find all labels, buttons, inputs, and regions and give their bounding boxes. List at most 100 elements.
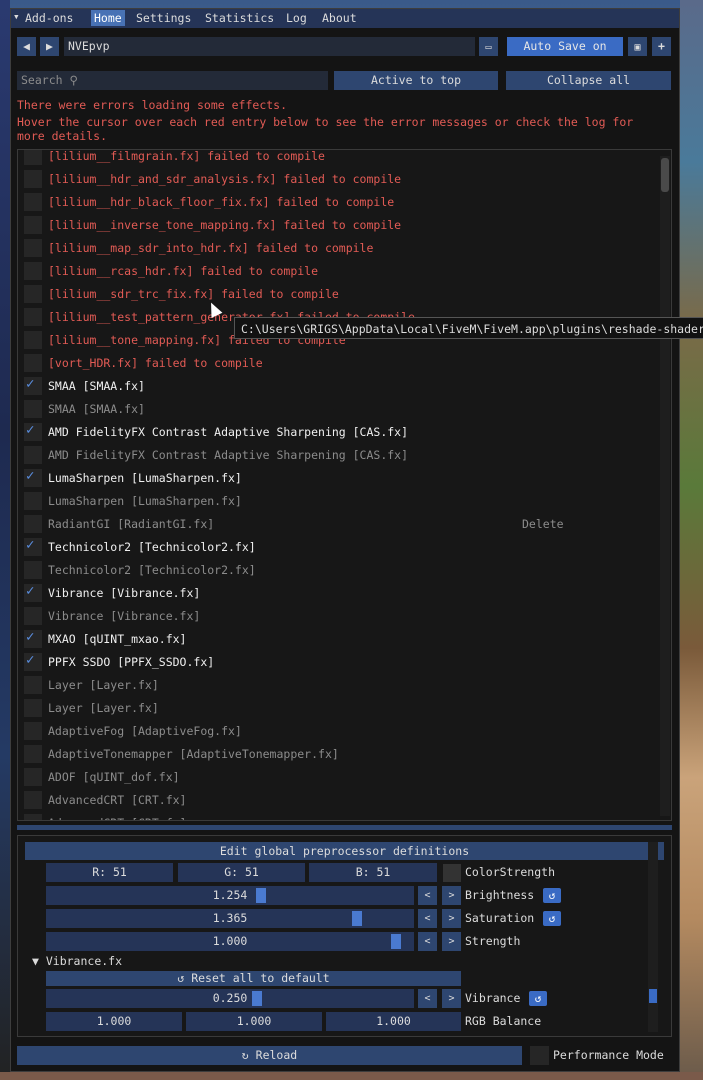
vibrance-slider-grab[interactable] [252, 991, 262, 1006]
slider-decrement[interactable]: < [418, 909, 437, 928]
effect-checkbox[interactable] [24, 216, 42, 234]
add-preset-button[interactable]: + [652, 37, 671, 56]
menu-statistics[interactable]: Statistics [202, 10, 277, 26]
effect-checkbox[interactable] [24, 354, 42, 372]
reset-icon[interactable]: ↺ [543, 888, 561, 903]
vibrance-increment[interactable]: > [442, 989, 461, 1008]
effect-checkbox[interactable]: ✓ [24, 537, 42, 556]
effect-checkbox[interactable] [24, 446, 42, 464]
next-preset-button[interactable]: ▶ [40, 37, 59, 56]
effect-checkbox[interactable] [24, 699, 42, 717]
slider-increment[interactable]: > [442, 932, 461, 951]
vibrance-decrement[interactable]: < [418, 989, 437, 1008]
reset-all-button[interactable]: ↺ Reset all to default [46, 971, 461, 986]
effect-row[interactable]: [lilium__filmgrain.fx] failed to compile [24, 150, 654, 168]
effect-checkbox[interactable]: ✓ [24, 652, 42, 671]
collapse-all-button[interactable]: Collapse all [506, 71, 671, 90]
effect-row[interactable]: ✓ Technicolor2 [Technicolor2.fx] [24, 536, 654, 559]
settings-scrollbar[interactable] [648, 842, 658, 1032]
rgb-balance-b[interactable]: 1.000 [326, 1012, 461, 1031]
performance-mode-checkbox[interactable] [530, 1046, 549, 1065]
rgb-balance-r[interactable]: 1.000 [46, 1012, 182, 1031]
slider-grab[interactable] [352, 911, 362, 926]
auto-save-toggle[interactable]: Auto Save on [507, 37, 623, 56]
effect-checkbox[interactable]: ✓ [24, 422, 42, 441]
effect-checkbox[interactable] [24, 285, 42, 303]
parameter-slider[interactable]: 1.254 [46, 886, 414, 905]
effect-row[interactable]: AdvancedCRT [CRT.fx] [24, 789, 654, 812]
effect-row[interactable]: Layer [Layer.fx] [24, 697, 654, 720]
previous-preset-button[interactable]: ◀ [17, 37, 36, 56]
slider-grab[interactable] [391, 934, 401, 949]
vibrance-slider[interactable]: 0.250 [46, 989, 414, 1008]
list-scrollbar[interactable] [660, 156, 670, 816]
preset-field[interactable]: NVEpvp [64, 37, 475, 56]
reset-icon[interactable]: ↺ [543, 911, 561, 926]
effect-checkbox[interactable] [24, 515, 42, 533]
effect-row[interactable]: [lilium__hdr_black_floor_fix.fx] failed … [24, 191, 654, 214]
effect-row[interactable]: LumaSharpen [LumaSharpen.fx] [24, 490, 654, 513]
effect-row[interactable]: ADOF [qUINT_dof.fx] [24, 766, 654, 789]
menu-settings[interactable]: Settings [133, 10, 194, 26]
menu-log[interactable]: Log [283, 10, 310, 26]
color-swatch[interactable] [443, 864, 461, 882]
effect-row[interactable]: AMD FidelityFX Contrast Adaptive Sharpen… [24, 444, 654, 467]
effect-row[interactable]: [lilium__map_sdr_into_hdr.fx] failed to … [24, 237, 654, 260]
effect-checkbox[interactable]: ✓ [24, 629, 42, 648]
effect-row[interactable]: AdvancedCRT [CRT.fx] [24, 812, 654, 820]
color-r-field[interactable]: R: 51 [46, 863, 173, 882]
edit-preprocessor-button[interactable]: Edit global preprocessor definitions [25, 842, 664, 860]
collapse-arrow-icon[interactable]: ▾ [13, 10, 20, 23]
effect-row[interactable]: Layer [Layer.fx] [24, 674, 654, 697]
slider-decrement[interactable]: < [418, 886, 437, 905]
effect-row[interactable]: [lilium__sdr_trc_fix.fx] failed to compi… [24, 283, 654, 306]
effect-row[interactable]: [vort_HDR.fx] failed to compile [24, 352, 654, 375]
splitter[interactable] [17, 825, 672, 830]
rgb-balance-g[interactable]: 1.000 [186, 1012, 322, 1031]
effect-checkbox[interactable] [24, 561, 42, 579]
slider-increment[interactable]: > [442, 886, 461, 905]
effect-checkbox[interactable]: ✓ [24, 583, 42, 602]
effect-checkbox[interactable]: ✓ [24, 468, 42, 487]
color-b-field[interactable]: B: 51 [309, 863, 437, 882]
effect-row[interactable]: SMAA [SMAA.fx] [24, 398, 654, 421]
effect-row[interactable]: Technicolor2 [Technicolor2.fx] [24, 559, 654, 582]
menu-add-ons[interactable]: Add-ons [22, 10, 76, 26]
effect-row[interactable]: RadiantGI [RadiantGI.fx] Delete [24, 513, 654, 536]
effect-row[interactable]: ✓ AMD FidelityFX Contrast Adaptive Sharpe… [24, 421, 654, 444]
browse-preset-button[interactable]: ▭ [479, 37, 498, 56]
settings-scrollbar-thumb[interactable] [649, 989, 657, 1003]
effect-row[interactable]: ✓ SMAA [SMAA.fx] [24, 375, 654, 398]
effect-row[interactable]: [lilium__hdr_and_sdr_analysis.fx] failed… [24, 168, 654, 191]
effect-checkbox[interactable]: ✓ [24, 376, 42, 395]
effect-checkbox[interactable] [24, 745, 42, 763]
slider-decrement[interactable]: < [418, 932, 437, 951]
effect-checkbox[interactable] [24, 239, 42, 257]
effect-checkbox[interactable] [24, 492, 42, 510]
vibrance-reset-icon[interactable]: ↺ [529, 991, 547, 1006]
delete-button[interactable]: Delete [522, 517, 564, 531]
menu-home[interactable]: Home [91, 10, 125, 26]
color-g-field[interactable]: G: 51 [178, 863, 305, 882]
effect-checkbox[interactable] [24, 791, 42, 809]
effect-checkbox[interactable] [24, 150, 42, 165]
effect-checkbox[interactable] [24, 676, 42, 694]
slider-increment[interactable]: > [442, 909, 461, 928]
effect-checkbox[interactable] [24, 722, 42, 740]
effect-row[interactable]: ✓ MXAO [qUINT_mxao.fx] [24, 628, 654, 651]
menu-about[interactable]: About [319, 10, 360, 26]
effect-row[interactable]: Vibrance [Vibrance.fx] [24, 605, 654, 628]
effect-row[interactable]: ✓ LumaSharpen [LumaSharpen.fx] [24, 467, 654, 490]
effect-checkbox[interactable] [24, 170, 42, 188]
effect-checkbox[interactable] [24, 814, 42, 820]
effect-checkbox[interactable] [24, 768, 42, 786]
reload-button[interactable]: ↻ Reload [17, 1046, 522, 1065]
effect-checkbox[interactable] [24, 400, 42, 418]
slider-grab[interactable] [256, 888, 266, 903]
list-scrollbar-thumb[interactable] [661, 158, 669, 192]
save-preset-button[interactable]: ▣ [628, 37, 647, 56]
effect-row[interactable]: AdaptiveFog [AdaptiveFog.fx] [24, 720, 654, 743]
effect-row[interactable]: AdaptiveTonemapper [AdaptiveTonemapper.f… [24, 743, 654, 766]
effect-row[interactable]: ✓ PPFX SSDO [PPFX_SSDO.fx] [24, 651, 654, 674]
effect-checkbox[interactable] [24, 193, 42, 211]
